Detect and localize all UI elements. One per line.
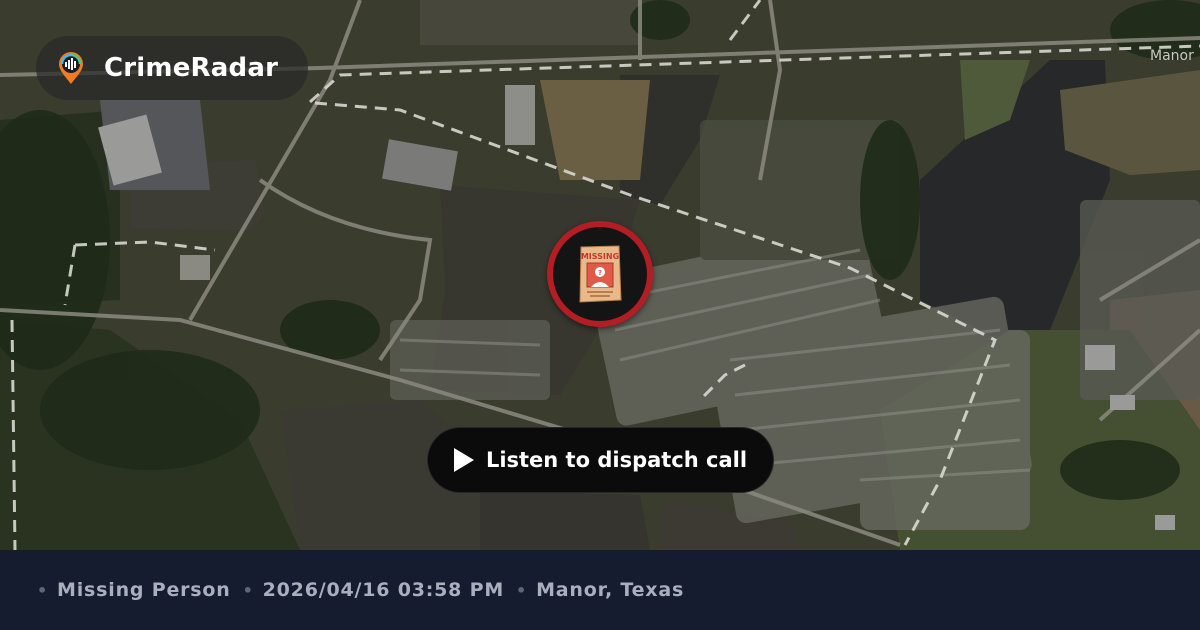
incident-marker[interactable]: MISSING ?	[547, 221, 653, 327]
listen-dispatch-button[interactable]: Listen to dispatch call	[427, 427, 774, 493]
radar-pin-icon	[54, 50, 88, 86]
brand-name: CrimeRadar	[104, 53, 279, 83]
separator-dot: •	[37, 580, 49, 600]
missing-poster-icon: MISSING ?	[579, 245, 622, 303]
incident-type: Missing Person	[57, 579, 231, 601]
svg-text:?: ?	[598, 269, 602, 277]
missing-poster-text: MISSING	[581, 252, 619, 261]
separator-dot: •	[516, 580, 528, 600]
map-place-label: Manor	[1150, 48, 1194, 64]
listen-dispatch-label: Listen to dispatch call	[485, 448, 748, 472]
incident-info-bar: • Missing Person • 2026/04/16 03:58 PM •…	[0, 550, 1200, 630]
separator-dot: •	[242, 580, 254, 600]
incident-datetime: 2026/04/16 03:58 PM	[262, 579, 505, 601]
play-icon	[453, 448, 474, 472]
incident-location: Manor, Texas	[536, 579, 685, 601]
brand-pill[interactable]: CrimeRadar	[36, 36, 308, 100]
incident-marker-inner: MISSING ?	[553, 227, 647, 321]
